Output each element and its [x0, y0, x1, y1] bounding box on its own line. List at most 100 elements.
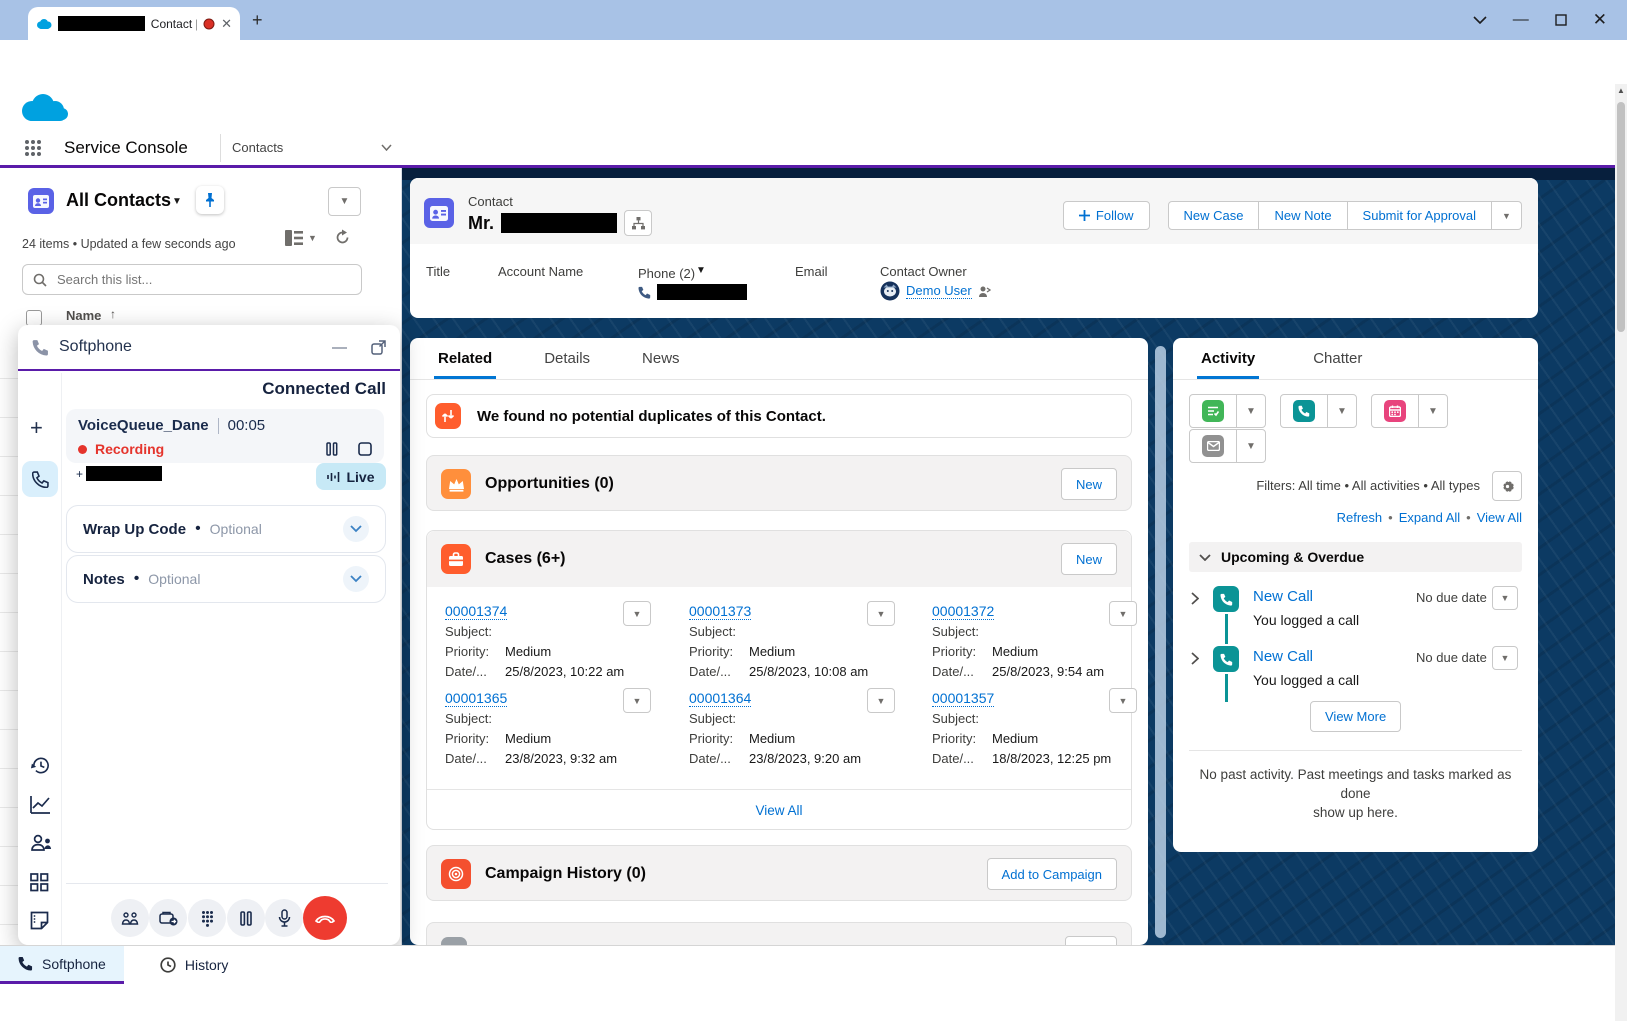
expand-item-chevron-icon[interactable]	[1191, 592, 1199, 605]
cases-title[interactable]: Cases (6+)	[485, 550, 566, 568]
case-row-actions-button[interactable]: ▼	[1109, 688, 1137, 713]
minimize-softphone-icon[interactable]: —	[332, 339, 347, 356]
live-transcription-pill[interactable]: Live	[316, 463, 386, 490]
pause-recording-icon[interactable]	[326, 442, 338, 456]
log-call-split-button[interactable]: ▼	[1280, 394, 1357, 428]
dialpad-button[interactable]	[188, 899, 226, 937]
new-note-button[interactable]: New Note	[1259, 201, 1347, 230]
new-event-split-button[interactable]: ▼	[1371, 394, 1448, 428]
chevron-down-icon[interactable]: ▼	[1237, 430, 1265, 462]
scroll-up-arrow-icon[interactable]: ▲	[1615, 84, 1627, 98]
hold-call-button[interactable]	[227, 899, 265, 937]
new-call-plus-icon[interactable]: +	[30, 415, 43, 441]
case-row-actions-button[interactable]: ▼	[623, 688, 651, 713]
section-collapse-chevron-icon[interactable]	[1199, 554, 1211, 561]
list-view-chevron-icon[interactable]: ▼	[172, 196, 182, 207]
refresh-link[interactable]: Refresh	[1337, 510, 1383, 525]
case-number-link[interactable]: 00001373	[689, 603, 751, 620]
view-hierarchy-button[interactable]	[624, 210, 652, 236]
utility-tab-softphone[interactable]: Softphone	[0, 946, 124, 984]
list-search-input[interactable]	[55, 271, 351, 288]
activity-actions-button[interactable]: ▼	[1492, 646, 1518, 670]
change-owner-icon[interactable]	[978, 285, 991, 298]
activity-actions-button[interactable]: ▼	[1492, 586, 1518, 610]
end-call-button[interactable]	[303, 896, 347, 940]
pin-list-button[interactable]	[196, 186, 224, 214]
chevron-down-icon[interactable]	[381, 144, 392, 151]
opportunities-new-button[interactable]: New	[1061, 468, 1117, 500]
add-to-campaign-button[interactable]: Add to Campaign	[987, 858, 1117, 890]
case-row-actions-button[interactable]: ▼	[867, 601, 895, 626]
chevron-down-icon[interactable]: ▼	[1237, 395, 1265, 427]
new-case-button[interactable]: New Case	[1168, 201, 1260, 230]
stop-recording-icon[interactable]	[358, 442, 372, 456]
case-number-link[interactable]: 00001372	[932, 603, 994, 620]
contacts-directory-icon[interactable]	[30, 833, 52, 852]
submit-for-approval-button[interactable]: Submit for Approval	[1348, 201, 1492, 230]
cases-view-all-link[interactable]: View All	[755, 803, 802, 818]
cases-new-button[interactable]: New	[1061, 543, 1117, 575]
new-task-split-button[interactable]: ▼	[1189, 394, 1266, 428]
owner-link[interactable]: Demo User	[906, 283, 972, 299]
case-row-actions-button[interactable]: ▼	[623, 601, 651, 626]
app-launcher-waffle-icon[interactable]	[24, 139, 42, 157]
scrollbar-thumb[interactable]	[1617, 102, 1625, 332]
popout-icon[interactable]	[371, 340, 386, 355]
expand-all-link[interactable]: Expand All	[1399, 510, 1460, 525]
name-column-header[interactable]: Name	[66, 308, 101, 323]
case-row-actions-button[interactable]: ▼	[1109, 601, 1137, 626]
view-more-button[interactable]: View More	[1310, 701, 1401, 732]
window-menu-chevron-icon[interactable]	[1473, 16, 1487, 24]
case-number-link[interactable]: 00001374	[445, 603, 507, 620]
activity-title-link[interactable]: New Call	[1253, 648, 1313, 665]
case-number-link[interactable]: 00001364	[689, 690, 751, 707]
activity-filter-settings-button[interactable]	[1492, 471, 1522, 501]
list-search[interactable]	[22, 264, 362, 295]
expand-wrapup-chevron-icon[interactable]	[343, 516, 369, 542]
case-number-link[interactable]: 00001365	[445, 690, 507, 707]
select-all-checkbox[interactable]	[26, 310, 42, 326]
display-as-chevron-icon[interactable]: ▼	[308, 233, 317, 243]
active-call-rail-button[interactable]	[22, 461, 58, 497]
sort-ascending-icon[interactable]: ↑	[110, 307, 116, 321]
chevron-down-icon[interactable]: ▼	[1419, 395, 1447, 427]
window-maximize-button[interactable]	[1555, 14, 1567, 26]
list-refresh-icon[interactable]	[334, 229, 351, 246]
window-minimize-button[interactable]: —	[1513, 11, 1529, 29]
view-all-link[interactable]: View All	[1477, 510, 1522, 525]
notes-section[interactable]: Notes • Optional	[66, 555, 386, 603]
expand-notes-chevron-icon[interactable]	[343, 566, 369, 592]
window-close-button[interactable]: ✕	[1593, 10, 1607, 30]
utility-tab-history[interactable]: History	[142, 946, 247, 984]
phone-dropdown-icon[interactable]: ▼	[696, 265, 706, 276]
apps-grid-icon[interactable]	[30, 873, 49, 892]
more-actions-dropdown-button[interactable]: ▼	[1492, 201, 1522, 230]
email-split-button[interactable]: ▼	[1189, 429, 1266, 463]
list-actions-dropdown-button[interactable]: ▼	[328, 187, 361, 216]
display-as-icon[interactable]	[285, 230, 303, 246]
upcoming-overdue-section-header[interactable]: Upcoming & Overdue	[1189, 542, 1522, 572]
notes-pad-icon[interactable]	[30, 911, 49, 930]
call-history-icon[interactable]	[30, 755, 51, 776]
tab-related[interactable]: Related	[434, 340, 496, 379]
phone-value[interactable]	[638, 284, 747, 300]
mute-microphone-button[interactable]	[265, 899, 303, 937]
tab-activity[interactable]: Activity	[1197, 340, 1259, 379]
tab-details[interactable]: Details	[540, 340, 594, 379]
case-number-link[interactable]: 00001357	[932, 690, 994, 707]
center-scrollbar[interactable]	[1155, 346, 1166, 938]
transfer-call-button[interactable]	[149, 899, 187, 937]
conference-button[interactable]	[111, 899, 149, 937]
activity-title-link[interactable]: New Call	[1253, 588, 1313, 605]
browser-tab[interactable]: Contact | Sal ✕	[28, 7, 240, 40]
chevron-down-icon[interactable]: ▼	[1328, 395, 1356, 427]
stats-chart-icon[interactable]	[30, 795, 51, 814]
tab-close-icon[interactable]: ✕	[221, 16, 232, 32]
case-row-actions-button[interactable]: ▼	[867, 688, 895, 713]
campaign-history-title[interactable]: Campaign History (0)	[485, 865, 646, 883]
opportunities-title[interactable]: Opportunities (0)	[485, 475, 614, 493]
tab-contacts[interactable]: Contacts	[232, 130, 392, 165]
new-tab-button[interactable]: +	[252, 10, 263, 31]
salesforce-logo[interactable]	[16, 90, 72, 128]
page-scrollbar[interactable]: ▲	[1615, 84, 1627, 1021]
